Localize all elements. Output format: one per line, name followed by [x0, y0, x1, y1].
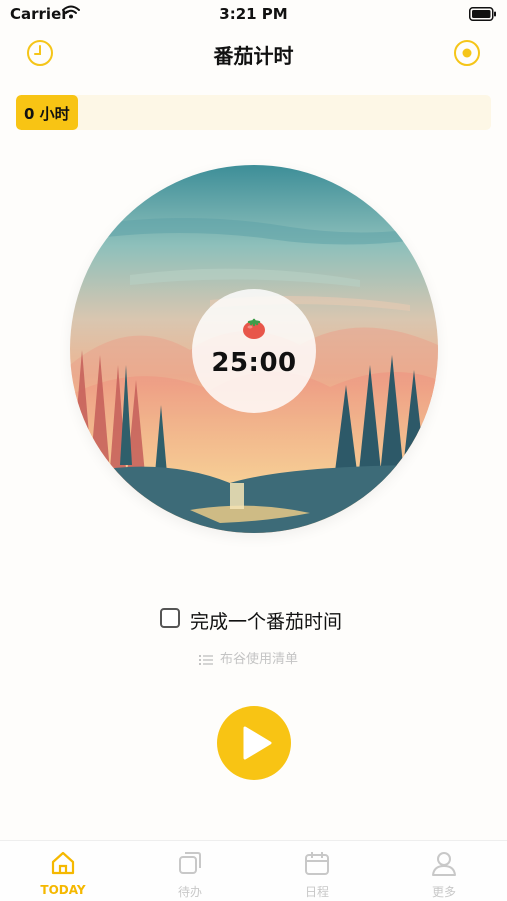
- tab-todo[interactable]: 待办: [127, 841, 253, 901]
- play-icon: [243, 726, 272, 760]
- tomato-icon: [241, 316, 267, 344]
- hours-progress-bar: 0 小时: [16, 95, 491, 130]
- hours-label: 0 小时: [24, 105, 70, 123]
- usage-guide-text: 布谷使用清单: [220, 652, 299, 667]
- tab-more-label: 更多: [431, 885, 456, 899]
- usage-guide-link[interactable]: 布谷使用清单: [0, 648, 507, 668]
- complete-pomodoro-label: 完成一个番茄时间: [190, 611, 343, 633]
- nav-bar: 番茄计时: [0, 30, 507, 76]
- tab-schedule-label: 日程: [304, 885, 329, 899]
- tab-todo-label: 待办: [177, 885, 202, 899]
- status-bar: Carrier 3:21 PM: [0, 0, 507, 28]
- tab-schedule[interactable]: 日程: [254, 841, 380, 901]
- record-button[interactable]: [453, 39, 481, 67]
- user-icon: [430, 849, 458, 881]
- tab-bar: TODAY 待办 日程 更多: [0, 840, 507, 901]
- page-title: 番茄计时: [213, 44, 294, 68]
- tab-today-label: TODAY: [40, 883, 86, 897]
- calendar-icon: [303, 849, 331, 881]
- play-button[interactable]: [217, 706, 291, 780]
- complete-pomodoro-checkbox-row[interactable]: 完成一个番茄时间: [0, 605, 507, 635]
- list-icon: [199, 651, 213, 670]
- home-icon: [49, 849, 77, 881]
- tab-today[interactable]: TODAY: [0, 841, 126, 901]
- timer-display: 25:00: [211, 348, 297, 378]
- record-icon: [453, 40, 481, 71]
- todo-icon: [176, 849, 204, 881]
- complete-pomodoro-checkbox[interactable]: [160, 608, 180, 628]
- tab-more[interactable]: 更多: [381, 841, 507, 901]
- battery-icon: [469, 6, 497, 25]
- status-time: 3:21 PM: [219, 5, 288, 23]
